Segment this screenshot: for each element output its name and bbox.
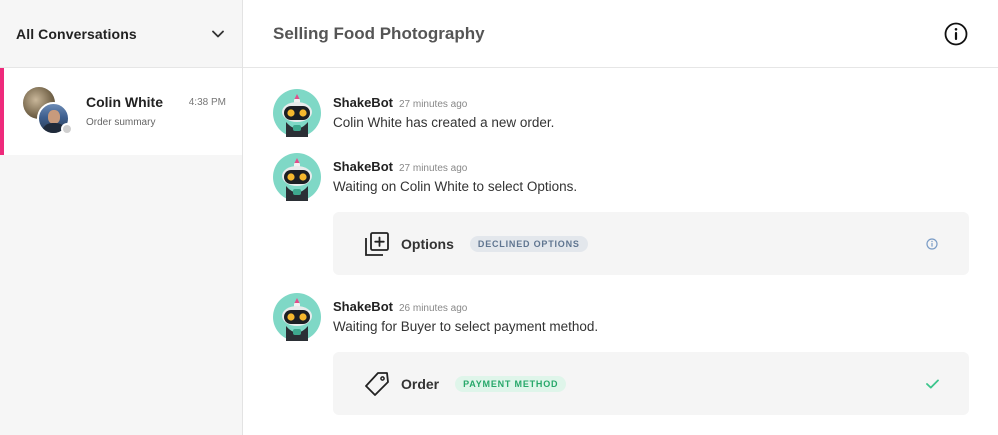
message-time: 26 minutes ago xyxy=(398,303,468,314)
conversation-filter-label: All Conversations xyxy=(16,25,137,42)
info-icon[interactable] xyxy=(925,237,939,251)
bot-avatar xyxy=(273,153,321,201)
avatar-group xyxy=(23,87,73,135)
add-copy-icon xyxy=(363,230,391,258)
presence-indicator xyxy=(61,123,73,135)
conversation-filter-dropdown[interactable]: All Conversations xyxy=(0,0,242,68)
message: ShakeBot 27 minutes ago Waiting on Colin … xyxy=(273,153,973,203)
status-badge: DECLINED OPTIONS xyxy=(469,235,588,252)
message-sender: ShakeBot 26 minutes ago xyxy=(333,299,468,314)
message-text: Waiting on Colin White to select Options… xyxy=(333,179,578,194)
conversation-name: Colin White xyxy=(86,94,163,110)
bot-avatar xyxy=(273,89,321,137)
message-text: Waiting for Buyer to select payment meth… xyxy=(333,319,599,334)
conversation-sidebar: All Conversations Colin White 4:38 PM Or… xyxy=(0,0,243,435)
card-label: Order xyxy=(401,375,440,392)
options-card[interactable]: Options DECLINED OPTIONS xyxy=(333,212,969,275)
conversation-list-item[interactable]: Colin White 4:38 PM Order summary xyxy=(0,68,242,155)
message-sender: ShakeBot 27 minutes ago xyxy=(333,159,468,174)
conversation-subtitle: Order summary xyxy=(86,117,156,128)
order-card[interactable]: Order PAYMENT METHOD xyxy=(333,352,969,415)
card-label: Options xyxy=(401,235,454,252)
message-text: Colin White has created a new order. xyxy=(333,115,555,130)
conversation-header: Selling Food Photography xyxy=(243,0,998,68)
chevron-down-icon xyxy=(212,28,224,40)
page-title: Selling Food Photography xyxy=(273,23,485,43)
bot-avatar xyxy=(273,293,321,341)
check-icon xyxy=(925,377,939,391)
conversation-time: 4:38 PM xyxy=(188,97,226,108)
message: ShakeBot 26 minutes ago Waiting for Buyer… xyxy=(273,293,973,343)
message-time: 27 minutes ago xyxy=(398,99,468,110)
message-sender: ShakeBot 27 minutes ago xyxy=(333,95,468,110)
conversation-panel: Selling Food Photography ShakeBot 27 min… xyxy=(243,0,998,435)
tag-icon xyxy=(363,370,391,398)
message-time: 27 minutes ago xyxy=(398,163,468,174)
info-icon[interactable] xyxy=(944,22,968,46)
message: ShakeBot 27 minutes ago Colin White has c… xyxy=(273,89,973,139)
status-badge: PAYMENT METHOD xyxy=(455,375,567,392)
